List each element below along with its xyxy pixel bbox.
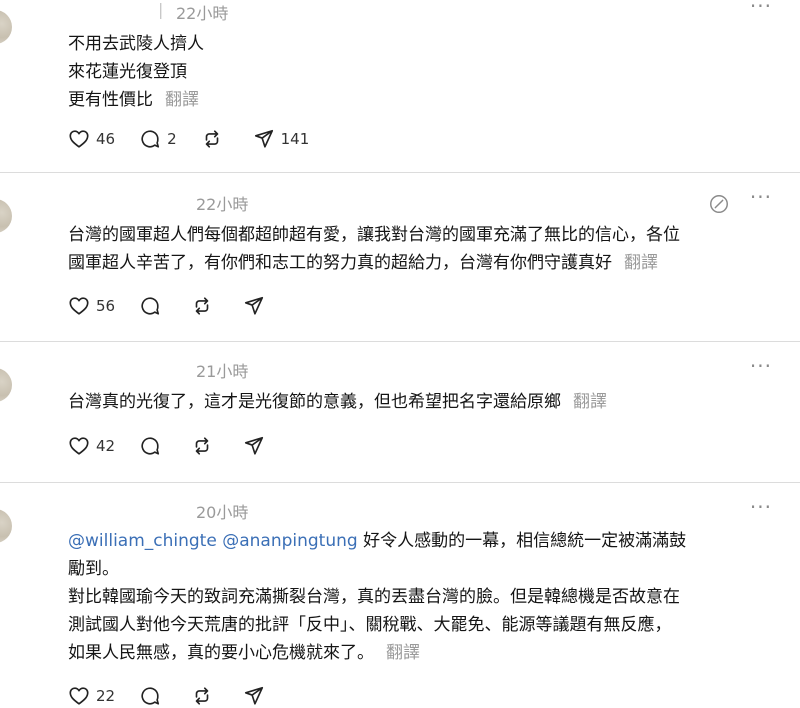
post-time: 22小時 [176,4,229,23]
comment-button[interactable]: 2 [139,128,177,150]
share-button[interactable] [243,685,271,707]
action-bar: 56 [68,295,295,317]
heart-icon [69,130,89,148]
post-line: 國軍超人辛苦了，有你們和志工的努力真的超給力，台灣有你們守護真好 [68,253,612,273]
avatar[interactable] [0,368,12,402]
translate-link[interactable]: 翻譯 [624,253,658,273]
translate-link[interactable]: 翻譯 [165,90,199,110]
post-line: 如果人民無感，真的要小心危機就來了。 [68,643,374,663]
like-count: 42 [96,437,116,455]
post-body: 台灣真的光復了，這才是光復節的意義，但也希望把名字還給原鄉 翻譯 [68,388,607,416]
post-body: 不用去武陵人擠人 來花蓮光復登頂 更有性價比 翻譯 [68,30,204,114]
comment-button[interactable] [139,295,167,317]
edit-circle-icon[interactable] [708,193,730,215]
comment-count: 2 [167,130,177,148]
share-button[interactable] [243,435,271,457]
share-button[interactable] [243,295,271,317]
like-count: 22 [96,687,116,705]
post-1: | 22小時 ··· 不用去武陵人擠人 來花蓮光復登頂 更有性價比 翻譯 46 2… [0,0,800,172]
comment-button[interactable] [139,685,167,707]
comment-button[interactable] [139,435,167,457]
send-icon [245,436,264,455]
more-options-button[interactable]: ··· [750,0,772,18]
like-button[interactable]: 56 [68,295,115,317]
post-line: 台灣真的光復了，這才是光復節的意義，但也希望把名字還給原鄉 [68,392,561,412]
repost-icon [195,297,209,315]
send-icon [245,296,264,315]
like-count: 56 [96,297,116,315]
repost-icon [195,437,209,455]
repost-icon [205,130,218,148]
more-options-button[interactable]: ··· [750,495,772,519]
post-time: 20小時 [196,503,249,522]
like-button[interactable]: 42 [68,435,115,457]
comment-bubble-icon [141,297,160,315]
action-bar: 22 [68,685,295,707]
post-4: 20小時 ··· @william_chingte @ananpingtung … [0,483,800,708]
like-button[interactable]: 46 [68,128,115,150]
post-line: 測試國人對他今天荒唐的批評「反中」、關稅戰、大罷免、能源等議題有無反應， [68,615,672,635]
like-count: 46 [96,130,116,148]
repost-button[interactable] [191,295,219,317]
action-bar: 46 2 141 [68,128,333,150]
post-time: 22小時 [196,195,249,214]
more-options-button[interactable]: ··· [750,185,772,209]
avatar[interactable] [0,509,12,543]
post-body: @william_chingte @ananpingtung 好令人感動的一幕，… [68,527,686,667]
more-options-button[interactable]: ··· [750,354,772,378]
comment-bubble-icon [141,437,160,455]
heart-icon [69,437,89,455]
share-button[interactable]: 141 [253,128,310,150]
send-icon [245,686,264,705]
avatar[interactable] [0,10,12,44]
post-line: 勵到。 [68,559,119,579]
share-count: 141 [280,130,310,148]
post-2: 22小時 ··· 台灣的國軍超人們每個都超帥超有愛，讓我對台灣的國軍充滿了無比的… [0,173,800,341]
translate-link[interactable]: 翻譯 [573,392,607,412]
mention-link[interactable]: @william_chingte [68,531,217,551]
username-stub[interactable]: | [158,0,163,19]
repost-icon [195,687,209,705]
post-line: 台灣的國軍超人們每個都超帥超有愛，讓我對台灣的國軍充滿了無比的信心，各位 [68,225,680,245]
translate-link[interactable]: 翻譯 [386,643,420,663]
comment-bubble-icon [141,130,160,148]
heart-icon [69,297,89,315]
send-icon [254,129,273,148]
post-line: 不用去武陵人擠人 [68,34,204,54]
avatar[interactable] [0,199,12,233]
comment-bubble-icon [141,687,160,705]
post-line: 好令人感動的一幕，相信總統一定被滿滿鼓 [357,531,687,551]
repost-button[interactable] [191,435,219,457]
post-line: 對比韓國瑜今天的致詞充滿撕裂台灣，真的丟盡台灣的臉。但是韓總機是否故意在 [68,587,680,607]
repost-button[interactable] [201,128,229,150]
repost-button[interactable] [191,685,219,707]
post-body: 台灣的國軍超人們每個都超帥超有愛，讓我對台灣的國軍充滿了無比的信心，各位 國軍超… [68,221,680,277]
action-bar: 42 [68,435,295,457]
mention-link[interactable]: @ananpingtung [222,531,357,551]
heart-icon [69,687,89,705]
post-line: 來花蓮光復登頂 [68,62,187,82]
post-time: 21小時 [196,362,249,381]
post-3: 21小時 ··· 台灣真的光復了，這才是光復節的意義，但也希望把名字還給原鄉 翻譯… [0,342,800,482]
like-button[interactable]: 22 [68,685,115,707]
post-line: 更有性價比 [68,90,153,110]
